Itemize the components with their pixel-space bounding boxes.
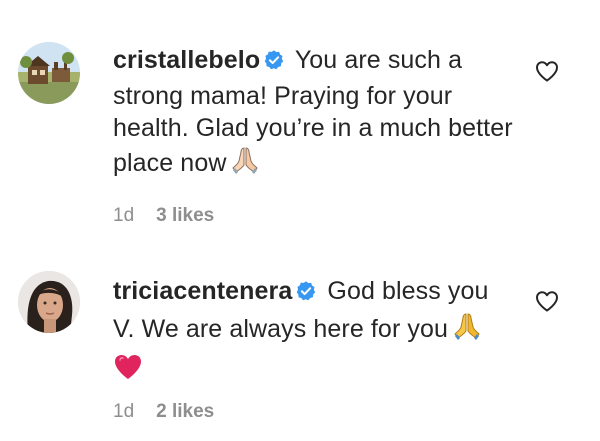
like-heart-icon[interactable] bbox=[535, 60, 559, 82]
comment-time[interactable]: 1d bbox=[113, 401, 134, 422]
folded-hands-icon bbox=[452, 311, 482, 350]
comment-time[interactable]: 1d bbox=[113, 205, 134, 226]
comment-body: triciacentenera God bless you V. We are … bbox=[113, 275, 513, 390]
comment-username[interactable]: triciacentenera bbox=[113, 277, 292, 305]
avatar-image bbox=[18, 271, 80, 333]
comment-item: cristallebelo You are such a strong mama… bbox=[0, 0, 600, 240]
avatar-image bbox=[18, 42, 80, 104]
like-heart-icon[interactable] bbox=[535, 290, 559, 312]
comment-likes[interactable]: 3 likes bbox=[156, 205, 214, 226]
red-heart-icon bbox=[113, 353, 513, 390]
comment-body: cristallebelo You are such a strong mama… bbox=[113, 44, 513, 183]
avatar[interactable] bbox=[18, 271, 80, 333]
comment-item: triciacentenera God bless you V. We are … bbox=[0, 240, 600, 441]
verified-badge-icon bbox=[295, 278, 317, 311]
comment-meta: 1d 2 likes bbox=[113, 401, 214, 423]
folded-hands-icon bbox=[230, 145, 260, 184]
verified-badge-icon bbox=[263, 47, 285, 80]
comment-meta: 1d 3 likes bbox=[113, 205, 214, 227]
avatar[interactable] bbox=[18, 42, 80, 104]
comment-username[interactable]: cristallebelo bbox=[113, 46, 260, 74]
comment-likes[interactable]: 2 likes bbox=[156, 401, 214, 422]
